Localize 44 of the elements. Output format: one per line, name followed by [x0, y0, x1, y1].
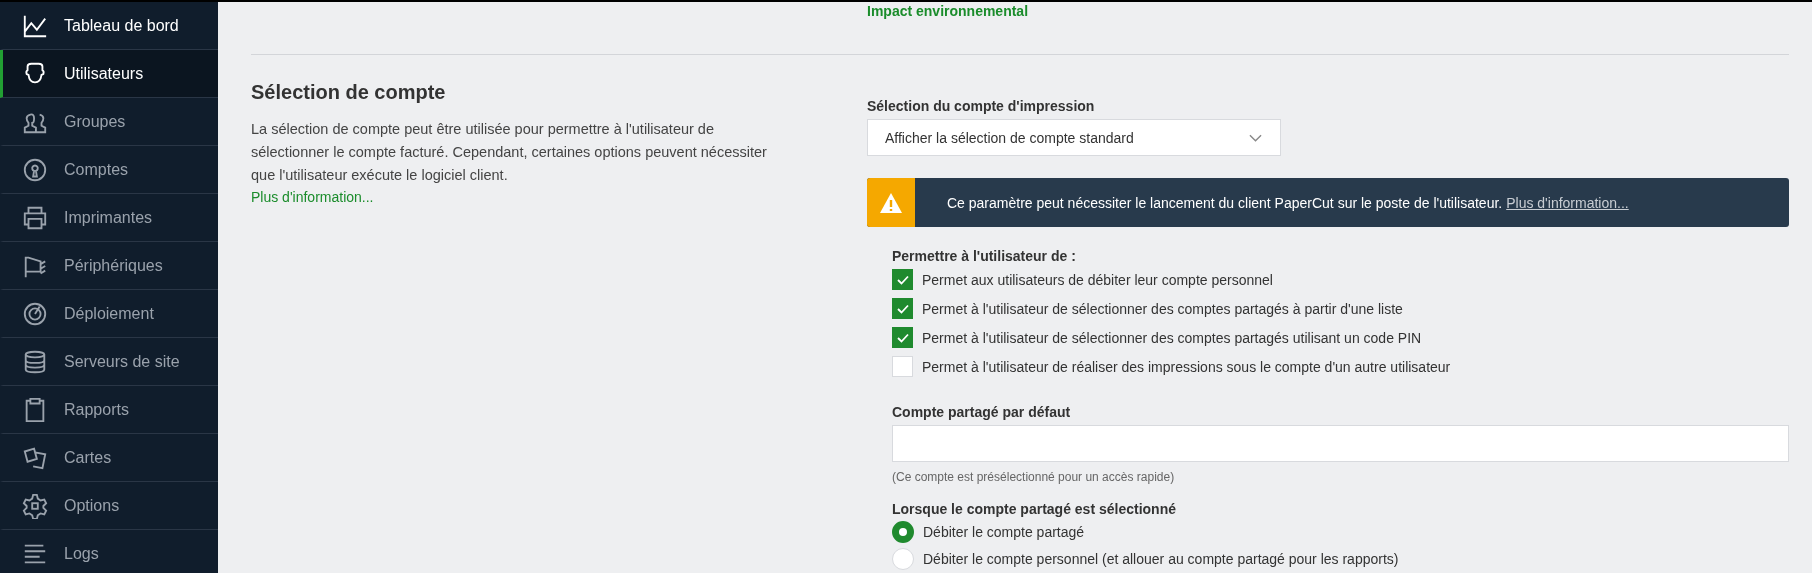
checkbox[interactable] — [892, 327, 913, 348]
section-link[interactable]: Impact environnemental — [867, 3, 1029, 19]
account-selection-dropdown[interactable]: Afficher la sélection de compte standard — [867, 119, 1281, 156]
sidebar-item[interactable]: Serveurs de site — [0, 338, 218, 386]
sidebar-item[interactable]: Logs — [0, 530, 218, 573]
more-info-link[interactable]: Plus d'information... — [1506, 194, 1629, 211]
sidebar-item[interactable]: Cartes — [0, 434, 218, 482]
input-field[interactable] — [892, 425, 1789, 462]
radio-label: Débiter le compte personnel (et allouer au compte partagé pour les rapports) — [923, 550, 1399, 567]
section-title: Sélection de compte — [251, 81, 447, 104]
printer-icon — [22, 204, 48, 231]
sidebar-item[interactable]: Déploiement — [0, 290, 218, 338]
more-info-link[interactable]: Plus d'information... — [251, 187, 374, 207]
sidebar-item[interactable]: Imprimantes — [0, 194, 218, 242]
checkbox[interactable] — [892, 298, 913, 319]
keyhole-icon — [22, 156, 48, 183]
group-label: Permettre à l'utilisateur de : — [892, 247, 1077, 265]
chevron-down-icon — [1249, 133, 1262, 142]
radio-button[interactable] — [892, 520, 914, 543]
field-hint: (Ce compte est présélectionné pour un accès rapide) — [892, 470, 1176, 484]
field-label: Compte partagé par défaut — [892, 403, 1072, 421]
checkbox-label: Permet aux utilisateurs de débiter leur compte personnel — [922, 271, 1273, 288]
checkmark-icon — [896, 332, 909, 343]
radio-label: Débiter le compte partagé — [923, 523, 1085, 540]
sidebar-item[interactable]: Options — [0, 482, 218, 530]
settings-icon — [22, 492, 48, 519]
sidebar-item[interactable]: Utilisateurs — [0, 50, 218, 98]
sidebar-item[interactable]: Groupes — [0, 98, 218, 146]
sidebar-item[interactable]: Périphériques — [0, 242, 218, 290]
checkbox[interactable] — [892, 269, 913, 290]
group-label: Lorsque le compte partagé est sélectionné — [892, 500, 1177, 518]
database-icon — [22, 348, 48, 375]
sidebar-item[interactable]: Rapports — [0, 386, 218, 434]
target-icon — [22, 300, 48, 327]
checkmark-icon — [896, 274, 909, 285]
section-description: La sélection de compte peut être utilisée pour permettre à l'utilisateur de sélectionner le compte facturé. Cependant, certaines options peuvent nécessiter que l'utilisateur exécute le logiciel client. — [251, 120, 768, 185]
warning-icon — [879, 191, 903, 214]
checkbox-label: Permet à l'utilisateur de sélectionner des comptes partagés à partir d'une liste — [922, 300, 1403, 317]
sidebar-item[interactable]: Comptes — [0, 146, 218, 194]
field-label: Sélection du compte d'impression — [867, 97, 1096, 115]
checkbox-label: Permet à l'utilisateur de réaliser des impressions sous le compte d'un autre utilisateur — [922, 358, 1451, 375]
checkbox-label: Permet à l'utilisateur de sélectionner des comptes partagés utilisant un code PIN — [922, 329, 1422, 346]
checkmark-icon — [896, 303, 909, 314]
warning-text: Ce paramètre peut nécessiter le lancement du client PaperCut sur le poste de l'utilisateur. — [947, 194, 1503, 211]
